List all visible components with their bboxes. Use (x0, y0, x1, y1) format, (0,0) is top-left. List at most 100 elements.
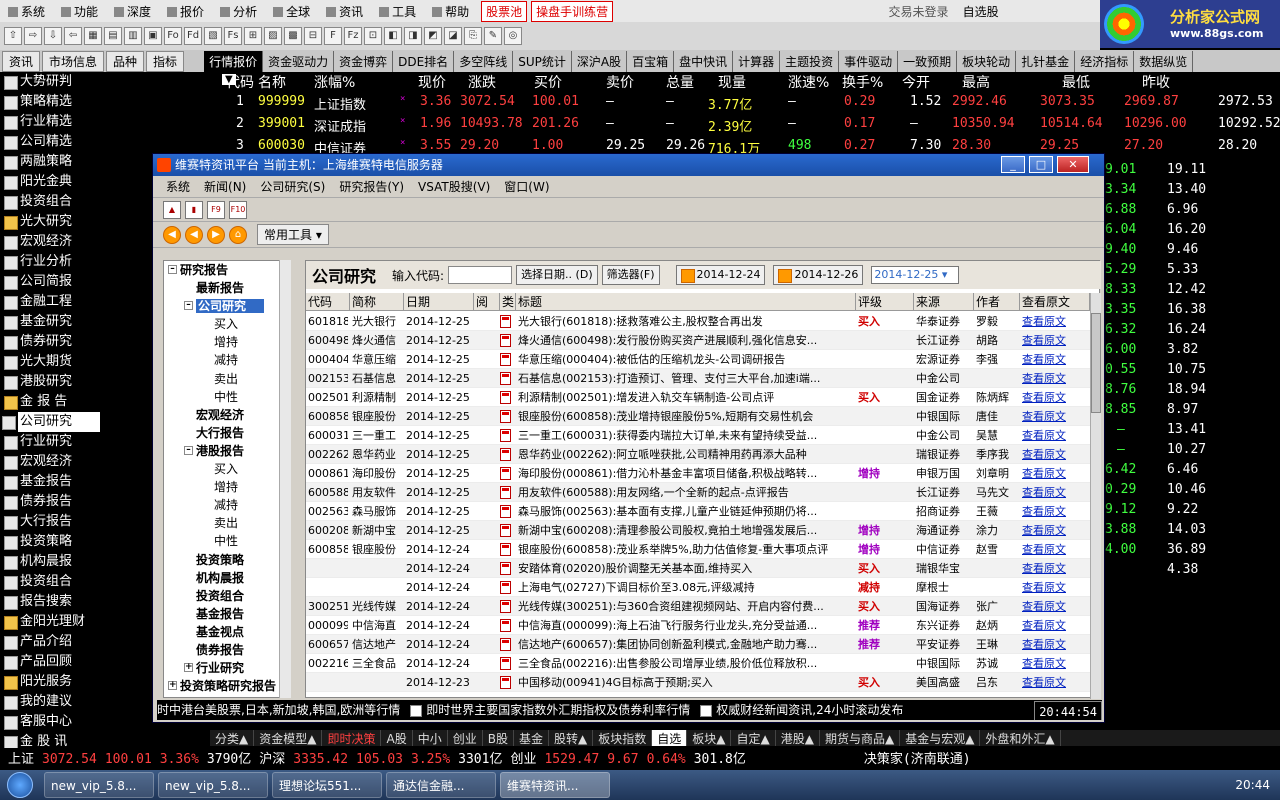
toolbar-icon[interactable]: ⊡ (364, 27, 382, 45)
menu-item[interactable]: 深度 (106, 3, 159, 20)
report-column-header[interactable]: 类 (500, 293, 516, 311)
tree-node[interactable]: 卖出 (164, 370, 290, 388)
tree-node[interactable]: 基金报告 (164, 605, 290, 623)
sidebar-item[interactable]: 我的建议 (0, 692, 100, 712)
sidebar-item[interactable]: 宏观经济 (0, 452, 100, 472)
report-column-header[interactable]: 标题 (516, 293, 856, 311)
sidebar-item[interactable]: 产品介绍 (0, 632, 100, 652)
market-tab[interactable]: 即时决策 (322, 730, 382, 746)
report-column-header[interactable]: 来源 (914, 293, 974, 311)
market-tab[interactable]: 自定▲ (731, 730, 776, 746)
report-row[interactable]: 600208 新湖中宝 2014-12-25 新湖中宝(600208):清理参股公司股… (306, 521, 1090, 540)
menu-item[interactable]: 报价 (159, 3, 212, 20)
report-row[interactable]: 002563 森马服饰 2014-12-25 森马服饰(002563):基本面有支撑,… (306, 502, 1090, 521)
sidebar-item[interactable]: 策略精选 (0, 92, 100, 112)
tree-node[interactable]: 增持 (164, 333, 290, 351)
window-menu-item[interactable]: 系统 (159, 178, 197, 195)
toolbar-icon[interactable]: ⇨ (24, 27, 42, 45)
minimize-icon[interactable]: _ (1001, 156, 1025, 173)
report-scrollbar[interactable] (1090, 293, 1101, 699)
window-menu-item[interactable]: 窗口(W) (497, 178, 556, 195)
report-cell[interactable]: 查看原文 (1022, 597, 1088, 616)
report-cell[interactable]: 查看原文 (1022, 445, 1088, 464)
toolbar-icon[interactable]: ✎ (484, 27, 502, 45)
sidebar-item[interactable]: 投资策略 (0, 532, 100, 552)
taskbar-app[interactable]: 维赛特资讯... (500, 772, 610, 798)
toolbar-icon[interactable]: ⎘ (464, 27, 482, 45)
report-column-header[interactable]: 作者 (974, 293, 1020, 311)
report-row[interactable]: 600498 烽火通信 2014-12-25 烽火通信(600498):发行股份购买资… (306, 331, 1090, 350)
toolbar-icon[interactable]: ▩ (284, 27, 302, 45)
menu-item[interactable]: 全球 (265, 3, 318, 20)
sort-toggle-icon[interactable]: ▼ (222, 74, 236, 85)
next-date-button[interactable]: 2014-12-26 (773, 265, 864, 285)
sidebar-item[interactable]: 基金研究 (0, 312, 100, 332)
report-column-header[interactable]: 简称 (350, 293, 404, 311)
function-tab[interactable]: 一致预期 (898, 50, 958, 72)
sidebar-item[interactable]: 投资组合 (0, 192, 100, 212)
filter-button[interactable]: 筛选器(F) (601, 265, 660, 285)
function-tab[interactable]: 事件驱动 (839, 50, 899, 72)
window-menu-item[interactable]: 公司研究(S) (253, 178, 332, 195)
report-cell[interactable]: 查看原文 (1022, 635, 1088, 654)
tree-node[interactable]: 基金视点 (164, 623, 290, 641)
report-cell[interactable]: 查看原文 (1022, 521, 1088, 540)
report-cell[interactable]: 查看原文 (1022, 312, 1088, 331)
function-tab[interactable]: SUP统计 (513, 50, 572, 72)
window-menu-item[interactable]: 新闻(N) (197, 178, 253, 195)
tree-node[interactable]: 债券报告 (164, 641, 290, 659)
sidebar-item[interactable]: 两融策略 (0, 152, 100, 172)
report-row[interactable]: 2014-12-23 中国移动(00941)4G目标高于预期;买入 买入 美国高盛 吕东… (306, 673, 1090, 692)
report-cell[interactable]: 查看原文 (1022, 616, 1088, 635)
report-cell[interactable]: 查看原文 (1022, 350, 1088, 369)
sidebar-item[interactable]: 行业精选 (0, 112, 100, 132)
tree-node[interactable]: 卖出 (164, 514, 290, 532)
report-row[interactable]: 600858 银座股份 2014-12-25 银座股份(600858):茂业增持银座股… (306, 407, 1090, 426)
toolbar-icon[interactable]: ▨ (264, 27, 282, 45)
report-cell[interactable]: 查看原文 (1022, 388, 1088, 407)
select-date-button[interactable]: 选择日期.. (D) (516, 265, 598, 285)
market-tab[interactable]: 资金模型▲ (254, 730, 323, 746)
toolbar-icon[interactable]: ▦ (84, 27, 102, 45)
sidebar-item[interactable]: 公司简报 (0, 272, 100, 292)
toolbar-icon[interactable]: ⊟ (304, 27, 322, 45)
toolbar-icon[interactable]: ◩ (424, 27, 442, 45)
expand-toggle-icon[interactable]: – (184, 445, 193, 455)
expand-toggle-icon[interactable]: + (184, 663, 193, 673)
toolbar-icon[interactable]: ⇦ (64, 27, 82, 45)
market-tab[interactable]: A股 (381, 730, 413, 746)
tree-node[interactable]: + 投资策略研究报告 (164, 677, 290, 695)
window-menu-item[interactable]: VSAT股搜(V) (411, 178, 497, 195)
f10-icon[interactable]: F10 (229, 200, 247, 219)
sidebar-item[interactable]: 阳光服务 (0, 672, 100, 692)
taskbar-app[interactable]: new_vip_5.8... (44, 772, 154, 798)
forward-icon[interactable]: ◀ (185, 225, 203, 244)
expand-toggle-icon[interactable]: – (168, 265, 177, 274)
tree-node[interactable]: 减持 (164, 496, 290, 514)
report-cell[interactable]: 查看原文 (1022, 559, 1088, 578)
report-row[interactable]: 2014-12-24 上海电气(02727)下调目标价至3.08元,评级减持 减持 摩… (306, 578, 1090, 597)
report-row[interactable]: 000861 海印股份 2014-12-25 海印股份(000861):借力沁朴基金丰… (306, 464, 1090, 483)
toolbar-icon[interactable]: ◪ (444, 27, 462, 45)
toolbar-icon[interactable]: ▤ (104, 27, 122, 45)
left-tab[interactable]: 市场信息 (42, 50, 105, 72)
sidebar-item[interactable]: 金 股 讯 (0, 732, 100, 748)
tree-node[interactable]: 投资策略 (164, 551, 290, 569)
report-cell[interactable]: 查看原文 (1022, 426, 1088, 445)
report-cell[interactable]: 查看原文 (1022, 369, 1088, 388)
toolbar-icon[interactable]: ▧ (204, 27, 222, 45)
function-tab[interactable]: 深沪A股 (572, 50, 628, 72)
function-tab[interactable]: 主题投资 (780, 50, 840, 72)
date-select[interactable]: 2014-12-25 ▾ (871, 266, 960, 284)
sidebar-item[interactable]: 基金报告 (0, 472, 100, 492)
tree-node[interactable]: 买入 (164, 460, 290, 478)
sidebar-item[interactable]: 报告搜索 (0, 592, 100, 612)
sidebar-item[interactable]: 机构晨报 (0, 552, 100, 572)
function-tab[interactable]: 扎针基金 (1016, 50, 1076, 72)
market-tab[interactable]: 股转▲ (549, 730, 594, 746)
toolbar-icon[interactable]: ◨ (404, 27, 422, 45)
sidebar-item[interactable]: 债券研究 (0, 332, 100, 352)
taskbar-app[interactable]: 通达信金融... (386, 772, 496, 798)
sidebar-item[interactable]: 行业研究 (0, 432, 100, 452)
market-tab[interactable]: 外盘和外汇▲ (980, 730, 1061, 746)
